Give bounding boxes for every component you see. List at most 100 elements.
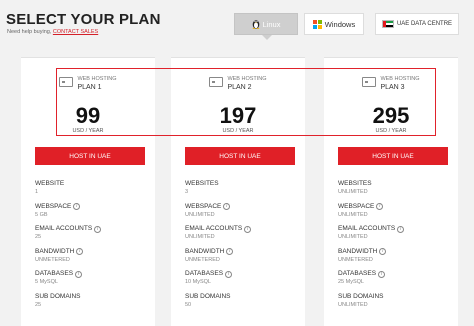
- price-period: USD / YEAR: [72, 128, 104, 134]
- info-icon[interactable]: i: [378, 270, 386, 278]
- host-in-uae-button[interactable]: HOST IN UAE: [35, 147, 145, 165]
- plan-card-2: WEB HOSTING PLAN 2 197 USD / YEAR HOST I…: [171, 57, 305, 326]
- tab-windows[interactable]: Windows: [304, 13, 364, 35]
- plan-price: 295: [372, 103, 410, 128]
- feature-value: UNLIMITED: [338, 301, 368, 308]
- tab-uae-data-centre[interactable]: UAE DATA CENTRE: [375, 13, 459, 35]
- plan-card-1: WEB HOSTING PLAN 1 99 USD / YEAR HOST IN…: [21, 57, 155, 326]
- plan-heading: WEB HOSTING PLAN 1: [21, 76, 155, 92]
- feature-label: SUB DOMAINS: [185, 292, 231, 300]
- server-icon: [209, 77, 224, 87]
- host-in-uae-button[interactable]: HOST IN UAE: [338, 147, 448, 165]
- feature-item: WEBSITES 3: [185, 180, 300, 203]
- feature-label: WEBSPACE: [35, 202, 72, 210]
- feature-item: BANDWIDTH i UNMETERED: [185, 248, 300, 271]
- feature-item: SUB DOMAINS 25: [35, 293, 150, 316]
- feature-item: WEBSPACE i UNLIMITED: [338, 203, 453, 226]
- feature-item: WEBSPACE i UNLIMITED: [185, 203, 300, 226]
- feature-value: UNLIMITED: [185, 234, 215, 241]
- feature-value: UNLIMITED: [185, 211, 215, 218]
- feature-label: BANDWIDTH: [35, 247, 75, 255]
- feature-label: WEBSPACE: [338, 202, 375, 210]
- feature-list: WEBSITES UNLIMITED WEBSPACE i UNLIMITED E…: [338, 180, 453, 316]
- feature-item: WEBSITE 1: [35, 180, 150, 203]
- host-in-uae-button[interactable]: HOST IN UAE: [185, 147, 295, 165]
- feature-label: WEBSITES: [338, 180, 372, 187]
- info-icon[interactable]: i: [226, 248, 234, 256]
- linux-penguin-icon: [252, 20, 259, 29]
- feature-item: DATABASES i 25 MySQL: [338, 270, 453, 293]
- feature-label: SUB DOMAINS: [35, 292, 81, 300]
- feature-label: DATABASES: [338, 270, 377, 278]
- page-title: SELECT YOUR PLAN: [6, 11, 161, 28]
- feature-value: 25: [35, 234, 42, 241]
- feature-label: BANDWIDTH: [185, 247, 225, 255]
- feature-list: WEBSITES 3 WEBSPACE i UNLIMITED EMAIL ACC…: [185, 180, 300, 316]
- feature-label: DATABASES: [185, 270, 224, 278]
- feature-value: UNMETERED: [185, 256, 220, 263]
- feature-label: DATABASES: [35, 270, 74, 278]
- feature-item: EMAIL ACCOUNTS i UNLIMITED: [185, 225, 300, 248]
- feature-value: UNLIMITED: [338, 234, 368, 241]
- feature-item: SUB DOMAINS 50: [185, 293, 300, 316]
- plan-name: PLAN 1: [77, 84, 102, 91]
- plan-name: PLAN 2: [227, 84, 252, 91]
- feature-label: BANDWIDTH: [338, 247, 378, 255]
- info-icon[interactable]: i: [225, 270, 233, 278]
- feature-item: WEBSPACE i 5 GB: [35, 203, 150, 226]
- feature-value: UNMETERED: [338, 256, 373, 263]
- feature-value: 25 MySQL: [338, 279, 364, 286]
- feature-label: WEBSPACE: [185, 202, 222, 210]
- feature-value: 10 MySQL: [185, 279, 211, 286]
- plan-sub-label: WEB HOSTING: [380, 76, 420, 82]
- feature-value: 5 MySQL: [35, 279, 58, 286]
- plan-sub-label: WEB HOSTING: [227, 76, 267, 82]
- contact-sales-link[interactable]: CONTACT SALES: [53, 29, 98, 35]
- tab-linux[interactable]: Linux: [234, 13, 298, 35]
- plan-heading: WEB HOSTING PLAN 3: [324, 76, 458, 92]
- feature-label: SUB DOMAINS: [338, 292, 384, 300]
- server-icon: [362, 77, 377, 87]
- info-icon[interactable]: i: [379, 248, 387, 256]
- feature-item: WEBSITES UNLIMITED: [338, 180, 453, 203]
- price-period: USD / YEAR: [375, 128, 407, 134]
- plan-price: 99: [75, 103, 101, 128]
- feature-item: SUB DOMAINS UNLIMITED: [338, 293, 453, 316]
- info-icon[interactable]: i: [223, 203, 231, 211]
- help-text: Need help buying, CONTACT SALES: [7, 29, 98, 35]
- feature-label: WEBSITES: [185, 180, 219, 187]
- feature-value: 1: [35, 189, 39, 195]
- server-icon: [59, 77, 74, 87]
- info-icon[interactable]: i: [75, 270, 83, 278]
- uae-flag-icon: [381, 20, 394, 28]
- info-icon[interactable]: i: [244, 225, 252, 233]
- feature-item: DATABASES i 10 MySQL: [185, 270, 300, 293]
- info-icon[interactable]: i: [94, 225, 102, 233]
- plan-price: 197: [219, 103, 257, 128]
- feature-list: WEBSITE 1 WEBSPACE i 5 GB EMAIL ACCOUNTS i…: [35, 180, 150, 316]
- feature-label: WEBSITE: [35, 180, 65, 187]
- feature-value: UNLIMITED: [338, 189, 368, 195]
- plan-name: PLAN 3: [380, 84, 405, 91]
- info-icon[interactable]: i: [397, 225, 405, 233]
- feature-item: BANDWIDTH i UNMETERED: [35, 248, 150, 271]
- feature-value: UNLIMITED: [338, 211, 368, 218]
- feature-value: 25: [35, 301, 42, 308]
- info-icon[interactable]: i: [76, 248, 84, 256]
- info-icon[interactable]: i: [73, 203, 81, 211]
- feature-item: EMAIL ACCOUNTS i 25: [35, 225, 150, 248]
- feature-item: EMAIL ACCOUNTS i UNLIMITED: [338, 225, 453, 248]
- price-period: USD / YEAR: [222, 128, 254, 134]
- tab-windows-label: Windows: [324, 19, 356, 29]
- feature-value: 5 GB: [35, 211, 48, 218]
- feature-value: 3: [185, 189, 189, 195]
- feature-value: 50: [185, 301, 192, 308]
- plan-card-3: WEB HOSTING PLAN 3 295 USD / YEAR HOST I…: [324, 57, 458, 326]
- help-label: Need help buying,: [7, 29, 53, 35]
- feature-label: EMAIL ACCOUNTS: [338, 225, 396, 233]
- feature-label: EMAIL ACCOUNTS: [185, 225, 243, 233]
- windows-logo-icon: [312, 19, 322, 29]
- feature-item: DATABASES i 5 MySQL: [35, 270, 150, 293]
- info-icon[interactable]: i: [376, 203, 384, 211]
- plan-heading: WEB HOSTING PLAN 2: [171, 76, 305, 92]
